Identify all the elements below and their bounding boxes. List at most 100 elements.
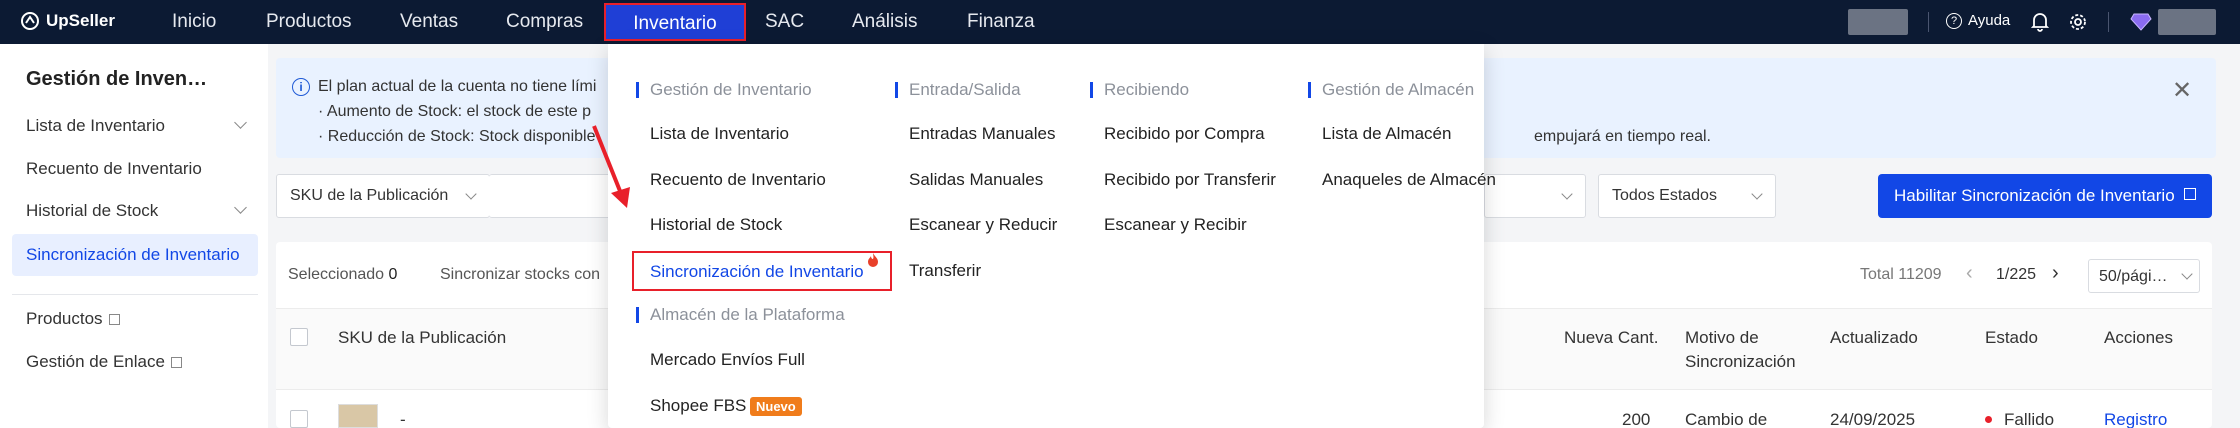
prev-page-icon[interactable]: ‹ (1966, 262, 1973, 285)
chevron-down-icon (1561, 188, 1573, 200)
status-select-label: Todos Estados (1612, 187, 1717, 204)
nav-inventario[interactable]: Inventario (604, 3, 746, 41)
menu-item-sincronizacion-label: Sincronización de Inventario (650, 262, 864, 281)
nav-finanza[interactable]: Finanza (967, 11, 1035, 33)
menu-item-escanear-recibir[interactable]: Escanear y Recibir (1104, 215, 1247, 235)
menu-heading-almacen: Gestión de Almacén (1308, 80, 1474, 100)
page-size-select[interactable]: 50/pági… (2088, 259, 2200, 293)
nav-analisis[interactable]: Análisis (852, 11, 917, 33)
sidebar-title: Gestión de Inven… (26, 68, 208, 90)
sidebar-item-sincronizacion-label: Sincronización de Inventario (26, 245, 240, 264)
help-button[interactable]: ? Ayuda (1946, 12, 2010, 29)
menu-item-escanear-reducir[interactable]: Escanear y Reducir (909, 215, 1057, 235)
menu-item-anaqueles[interactable]: Anaqueles de Almacén (1322, 170, 1496, 190)
chevron-down-icon[interactable] (234, 201, 247, 214)
chevron-down-icon (1751, 188, 1763, 200)
sidebar-item-lista[interactable]: Lista de Inventario (26, 116, 165, 136)
menu-heading-plataforma: Almacén de la Plataforma (636, 305, 845, 325)
sku-search-input[interactable] (489, 174, 619, 218)
menu-item-sincronizacion[interactable]: Sincronización de Inventario (632, 251, 892, 291)
nav-separator-2 (2108, 12, 2109, 32)
product-thumbnail (338, 404, 378, 428)
row-reason: Cambio de (1685, 410, 1768, 428)
banner-line-3: · Reducción de Stock: Stock disponible (318, 128, 596, 145)
page-size-label: 50/pági… (2099, 268, 2168, 285)
page-indicator: 1/225 (1996, 266, 2037, 283)
sync-stocks-label[interactable]: Sincronizar stocks con (440, 266, 600, 284)
chevron-down-icon (465, 188, 477, 200)
external-link-icon (2184, 188, 2196, 200)
nav-compras[interactable]: Compras (506, 11, 583, 33)
total-count: Total 11209 (1860, 266, 1942, 283)
chevron-down-icon[interactable] (234, 116, 247, 129)
menu-item-recuento[interactable]: Recuento de Inventario (650, 170, 826, 190)
menu-item-lista-inventario[interactable]: Lista de Inventario (650, 124, 789, 144)
status-select[interactable]: Todos Estados (1598, 174, 1776, 218)
nav-separator (1928, 12, 1929, 32)
sidebar-item-recuento[interactable]: Recuento de Inventario (26, 159, 202, 179)
sku-select-label: SKU de la Publicación (290, 187, 449, 204)
help-icon: ? (1946, 12, 1962, 29)
sidebar-item-enlace[interactable]: Gestión de Enlace (26, 352, 182, 372)
user-avatar[interactable] (2158, 9, 2216, 35)
sidebar-item-historial[interactable]: Historial de Stock (26, 201, 158, 221)
row-new-qty: 200 (1622, 410, 1651, 428)
selected-label: Seleccionado 0 (288, 266, 397, 284)
bell-icon[interactable] (2031, 12, 2049, 32)
col-actions: Acciones (2104, 328, 2173, 347)
row-checkbox[interactable] (290, 410, 308, 428)
row-status: Fallido (2004, 410, 2055, 428)
account-placeholder[interactable] (1848, 9, 1908, 35)
col-reason-1: Motivo de (1685, 328, 1759, 347)
nav-ventas[interactable]: Ventas (400, 11, 458, 33)
row-sku: - (400, 410, 406, 428)
next-page-icon[interactable]: › (2052, 262, 2059, 285)
sidebar-item-productos-label: Productos (26, 309, 103, 328)
external-link-icon (170, 357, 182, 368)
banner-line-1: El plan actual de la cuenta no tiene lím… (318, 78, 597, 95)
row-updated: 24/09/2025 (1830, 410, 1916, 428)
app-logo[interactable]: UpSeller (20, 11, 115, 31)
diamond-icon[interactable] (2130, 12, 2152, 32)
sidebar-item-enlace-label: Gestión de Enlace (26, 352, 165, 371)
menu-item-recibido-compra[interactable]: Recibido por Compra (1104, 124, 1265, 144)
menu-item-mercado-envios[interactable]: Mercado Envíos Full (650, 350, 805, 370)
menu-item-shopee-fbs[interactable]: Shopee FBS (650, 396, 746, 416)
info-icon: i (292, 78, 310, 96)
selected-label-text: Seleccionado (288, 266, 385, 283)
help-label: Ayuda (1968, 12, 2011, 29)
external-link-icon (108, 314, 120, 325)
sku-select[interactable]: SKU de la Publicación (276, 174, 490, 218)
menu-item-salidas[interactable]: Salidas Manuales (909, 170, 1043, 190)
row-action-registro[interactable]: Registro (2104, 410, 2167, 428)
nav-inicio[interactable]: Inicio (172, 11, 216, 33)
nav-sac[interactable]: SAC (765, 11, 804, 33)
menu-item-transferir[interactable]: Transferir (909, 261, 981, 281)
flame-icon (868, 253, 878, 267)
menu-heading-gestion: Gestión de Inventario (636, 80, 812, 100)
upseller-logo-icon (21, 12, 39, 30)
enable-sync-button[interactable]: Habilitar Sincronización de Inventario (1878, 174, 2212, 218)
gear-icon[interactable] (2068, 12, 2088, 32)
banner-line-3-tail: empujará en tiempo real. (1534, 128, 1711, 145)
nuevo-badge: Nuevo (750, 397, 802, 416)
menu-item-entradas[interactable]: Entradas Manuales (909, 124, 1055, 144)
sidebar-divider (12, 294, 258, 295)
close-icon[interactable]: ✕ (2172, 76, 2192, 105)
status-dot (1985, 416, 1992, 423)
col-new-qty: Nueva Cant. (1564, 328, 1659, 347)
inventario-dropdown-menu (608, 44, 1484, 428)
filter-select[interactable] (1484, 174, 1586, 218)
col-reason-2: Sincronización (1685, 352, 1796, 371)
select-all-checkbox[interactable] (290, 328, 308, 346)
col-updated: Actualizado (1830, 328, 1918, 347)
nav-inventario-label: Inventario (633, 13, 717, 34)
chevron-down-icon (2181, 268, 2193, 280)
menu-heading-entrada: Entrada/Salida (895, 80, 1021, 100)
menu-heading-recibiendo: Recibiendo (1090, 80, 1189, 100)
sidebar-item-productos[interactable]: Productos (26, 309, 120, 329)
menu-item-recibido-transferir[interactable]: Recibido por Transferir (1104, 170, 1276, 190)
menu-item-historial[interactable]: Historial de Stock (650, 215, 782, 235)
nav-productos[interactable]: Productos (266, 11, 352, 33)
menu-item-lista-almacen[interactable]: Lista de Almacén (1322, 124, 1451, 144)
